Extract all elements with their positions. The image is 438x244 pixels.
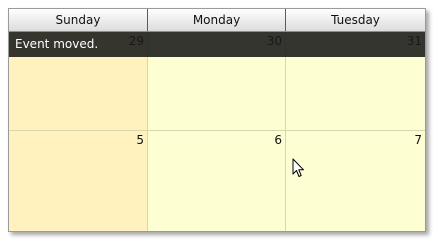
day-number: 30 [266,34,282,48]
week-row: 5 6 7 [9,131,425,231]
day-number: 31 [406,34,422,48]
week-row: 29 30 31 [9,32,425,131]
day-cell-tuesday[interactable]: 7 [286,131,425,231]
header-monday: Monday [148,9,286,31]
day-number: 29 [128,34,144,48]
day-cell-monday[interactable]: 6 [148,131,286,231]
calendar-grid: 29 30 31 5 6 7 [9,32,425,231]
header-tuesday: Tuesday [331,13,380,27]
day-cell-monday[interactable]: 30 [148,32,286,130]
month-calendar: Sunday Monday Tuesday 29 30 31 5 6 7 Eve… [8,8,426,232]
day-number: 5 [136,133,144,147]
day-cell-tuesday[interactable]: 31 [286,32,425,130]
day-number: 6 [274,133,282,147]
day-cell-sunday[interactable]: 5 [9,131,148,231]
day-header-row: Sunday Monday Tuesday [9,9,425,32]
day-number: 7 [414,133,422,147]
day-cell-sunday[interactable]: 29 [9,32,148,130]
header-sunday: Sunday [9,9,148,31]
mouse-pointer-icon [292,158,304,177]
